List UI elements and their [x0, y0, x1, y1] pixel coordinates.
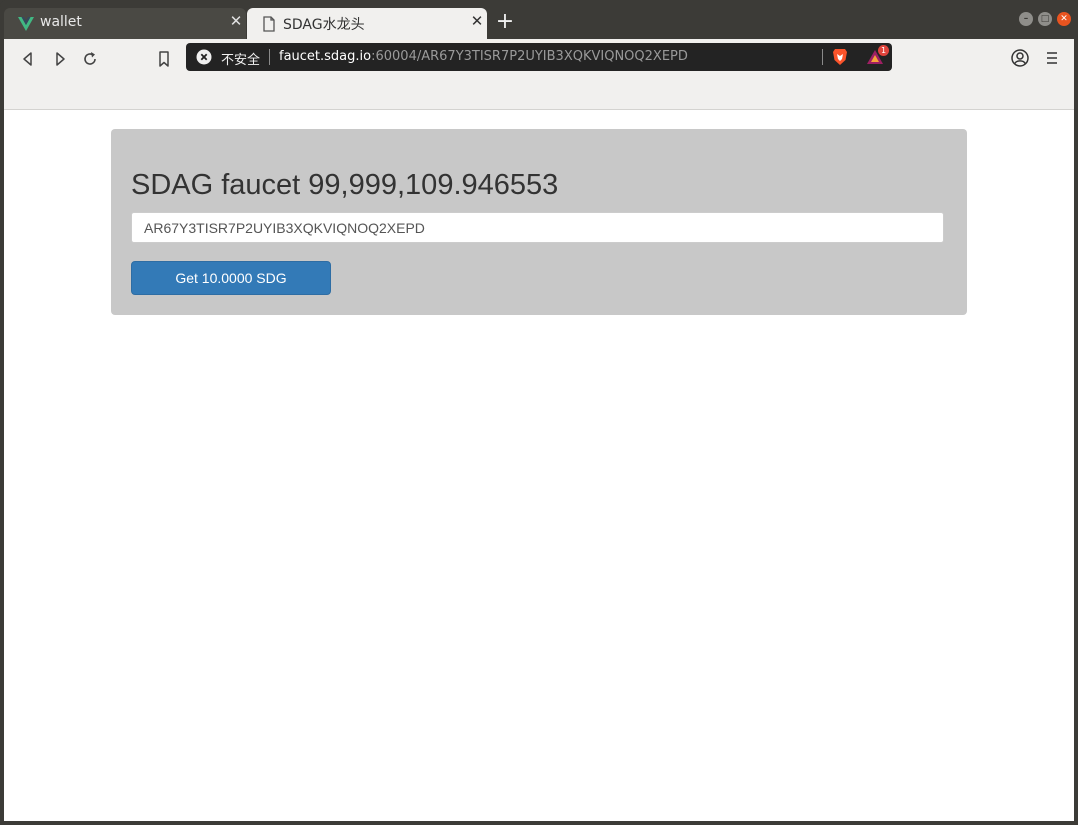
divider — [822, 49, 823, 65]
url-host: faucet.sdag.io — [279, 49, 372, 64]
tab-strip: wallet ✕ SDAG水龙头 ✕ + – □ ✕ — [0, 0, 1078, 39]
window-maximize-icon[interactable]: □ — [1038, 12, 1052, 26]
tab-label: wallet — [40, 14, 82, 30]
address-input[interactable]: AR67Y3TISR7P2UYIB3XQKVIQNOQ2XEPD — [131, 212, 944, 243]
tab-close-icon[interactable]: ✕ — [228, 13, 244, 29]
page-icon — [260, 15, 278, 33]
window-close-icon[interactable]: ✕ — [1057, 12, 1071, 26]
browser-window: wallet ✕ SDAG水龙头 ✕ + – □ ✕ 不安全 faucet.sd… — [0, 0, 1078, 825]
url-path: :60004/AR67Y3TISR7P2UYIB3XQKVIQNOQ2XEPD — [371, 49, 688, 64]
page-content: SDAG faucet 99,999,109.946553 AR67Y3TISR… — [4, 110, 1074, 821]
window-border — [0, 821, 1078, 825]
divider — [269, 49, 270, 65]
faucet-panel: SDAG faucet 99,999,109.946553 AR67Y3TISR… — [111, 129, 967, 315]
rewards-badge: 1 — [878, 45, 889, 56]
reload-icon[interactable] — [78, 47, 102, 71]
address-bar[interactable]: 不安全 faucet.sdag.io:60004/AR67Y3TISR7P2UY… — [186, 43, 892, 71]
back-icon[interactable] — [16, 47, 40, 71]
window-minimize-icon[interactable]: – — [1019, 12, 1033, 26]
tab-wallet[interactable]: wallet ✕ — [4, 8, 246, 39]
bookmark-icon[interactable] — [152, 47, 176, 71]
browser-toolbar: 不安全 faucet.sdag.io:60004/AR67Y3TISR7P2UY… — [4, 39, 1074, 110]
tab-label: SDAG水龙头 — [283, 17, 365, 33]
new-tab-icon[interactable]: + — [495, 11, 515, 33]
insecure-label[interactable]: 不安全 — [221, 49, 260, 68]
page-title: SDAG faucet 99,999,109.946553 — [131, 169, 559, 201]
insecure-icon[interactable] — [196, 49, 212, 65]
profile-icon[interactable] — [1010, 48, 1030, 68]
tab-close-icon[interactable]: ✕ — [469, 13, 485, 29]
url-text[interactable]: faucet.sdag.io:60004/AR67Y3TISR7P2UYIB3X… — [279, 49, 688, 64]
forward-icon[interactable] — [48, 47, 72, 71]
tab-sdag-faucet[interactable]: SDAG水龙头 ✕ — [247, 8, 487, 39]
vue-logo-icon — [17, 15, 35, 33]
get-sdg-button[interactable]: Get 10.0000 SDG — [131, 261, 331, 295]
menu-icon[interactable] — [1042, 48, 1062, 68]
brave-shields-icon[interactable] — [832, 48, 848, 66]
